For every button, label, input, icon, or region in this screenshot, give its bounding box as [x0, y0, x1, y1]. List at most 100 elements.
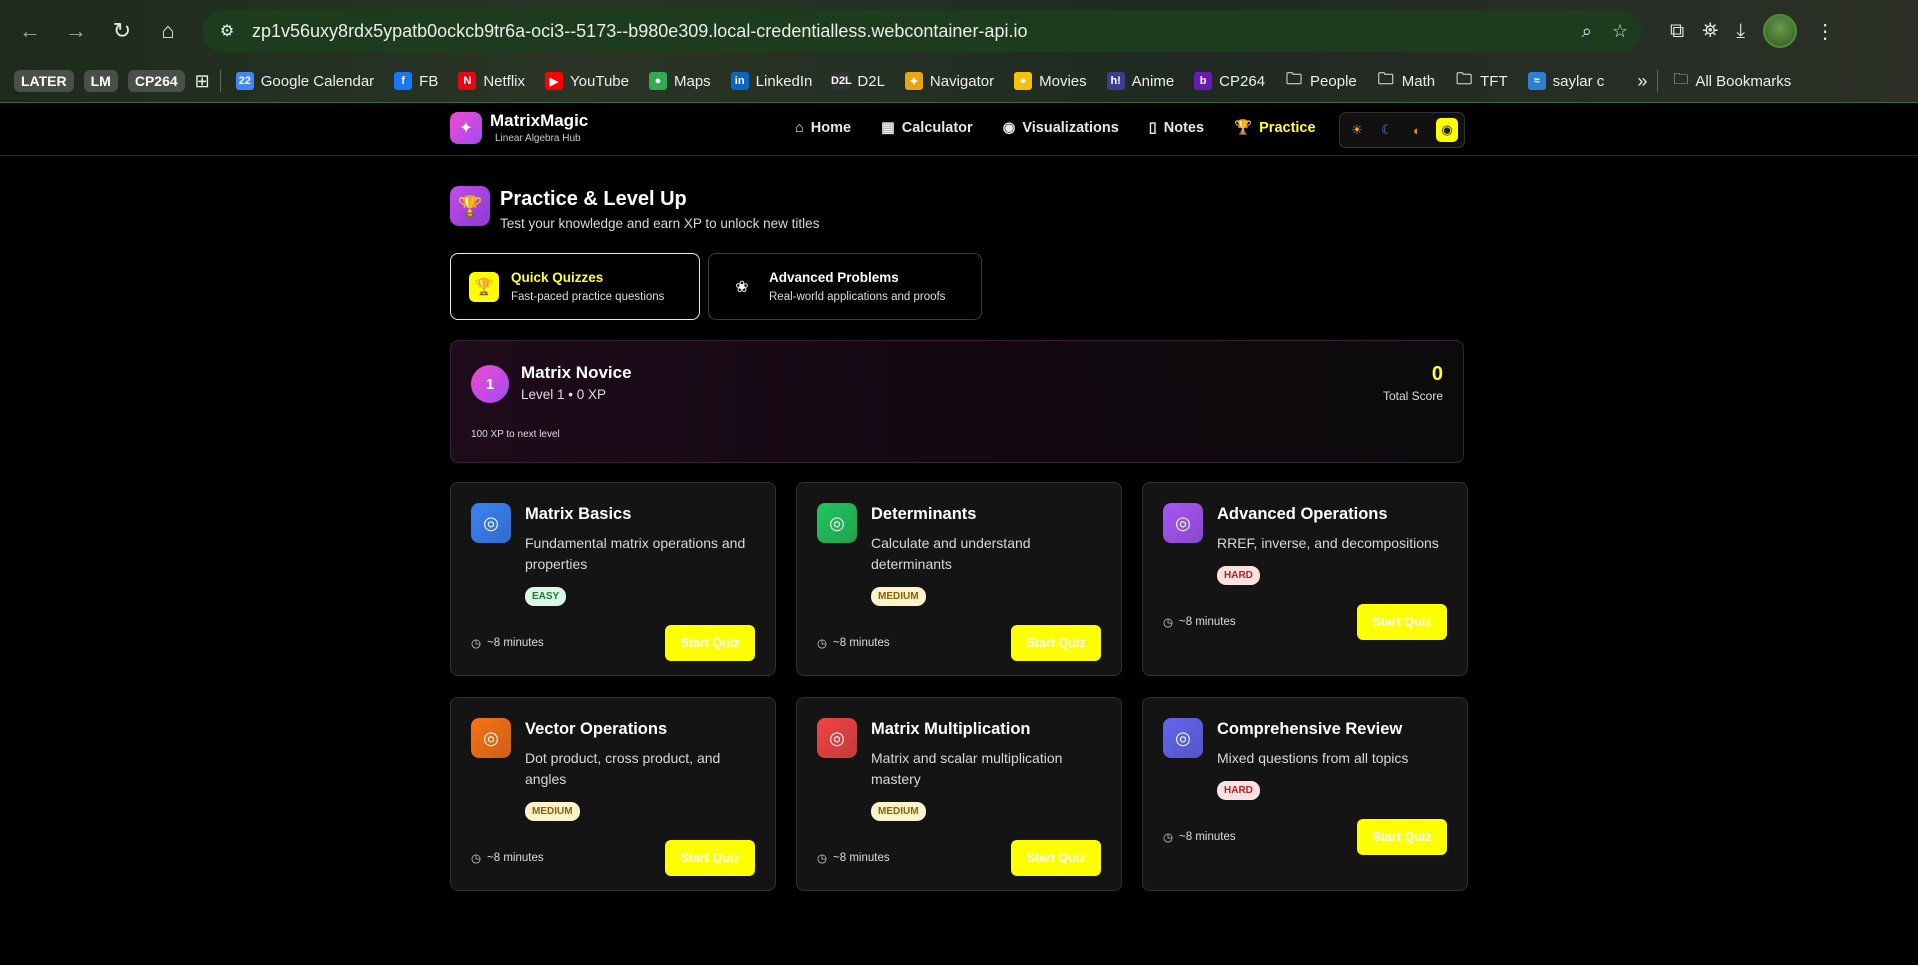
- target-icon: ◎: [471, 503, 511, 543]
- browser-chrome: ← → ↻ ⌂ ⚙ zp1v56uxy8rdx5ypatb0ockcb9tr6a…: [0, 0, 1918, 103]
- quiz-duration: ◷ ~8 minutes: [817, 851, 890, 865]
- bookmark-chip[interactable]: LATER: [14, 70, 74, 92]
- sparkle-icon: ✦: [450, 111, 482, 144]
- bookmark-favicon-icon: ●: [648, 72, 667, 90]
- clock-icon: ◷: [817, 638, 828, 650]
- score-label: Total Score: [1382, 389, 1443, 403]
- quiz-description: Matrix and scalar multiplication mastery: [871, 750, 1063, 787]
- site-info-icon[interactable]: ⚙: [216, 20, 238, 42]
- bookmark-d2l[interactable]: D2L D2L: [827, 72, 890, 90]
- bookmark-favicon-icon: ✦: [904, 72, 923, 90]
- start-quiz-button[interactable]: Start Quiz: [1357, 604, 1447, 640]
- more-bookmarks-button[interactable]: »: [1637, 71, 1647, 92]
- bookmark-chip[interactable]: CP264: [127, 70, 185, 92]
- bookmark-movies[interactable]: ● Movies: [1009, 72, 1092, 90]
- bookmark-youtube[interactable]: ▶ YouTube: [540, 72, 634, 90]
- quiz-title: Matrix Basics: [525, 505, 632, 523]
- level-badge: 1: [471, 365, 509, 403]
- nav-calculator[interactable]: ▦ Calculator: [881, 119, 973, 136]
- bookmark-cp264[interactable]: b CP264: [1189, 72, 1270, 90]
- tab-advanced-problems[interactable]: ❀ Advanced Problems Real-world applicati…: [708, 253, 982, 320]
- nav-home[interactable]: ⌂ Home: [795, 119, 851, 136]
- eye-icon[interactable]: ◉: [1436, 118, 1458, 142]
- bookmark-favicon-icon: D2L: [831, 72, 852, 90]
- practice-page: 🏆 Practice & Level Up Test your knowledg…: [450, 186, 1468, 891]
- nav-practice[interactable]: 🏆 Practice: [1234, 119, 1316, 137]
- bookmark-navigator[interactable]: ✦ Navigator: [900, 72, 999, 90]
- nav-label: Home: [810, 119, 852, 136]
- bookmark-people[interactable]: 🗀 People: [1280, 71, 1362, 90]
- start-quiz-button[interactable]: Start Quiz: [1357, 819, 1447, 855]
- apps-grid-icon[interactable]: ⊞: [195, 71, 210, 92]
- quiz-card: ◎ Advanced Operations RREF, inverse, and…: [1142, 482, 1468, 676]
- target-icon: ◎: [1163, 718, 1203, 758]
- nav-visualizations[interactable]: ◉ Visualizations: [1003, 119, 1119, 136]
- profile-avatar[interactable]: [1763, 14, 1798, 48]
- incognito-icon[interactable]: ⛯: [1702, 20, 1718, 43]
- brand[interactable]: ✦ MatrixMagic Linear Algebra Hub: [450, 111, 588, 144]
- moon-icon[interactable]: ☾: [1376, 118, 1398, 142]
- bookmark-label: CP264: [1219, 72, 1266, 90]
- bookmark-label: D2L: [857, 72, 885, 90]
- start-quiz-button[interactable]: Start Quiz: [1011, 625, 1101, 661]
- palette-icon[interactable]: ◐: [1406, 118, 1428, 142]
- menu-icon[interactable]: ⋮: [1815, 19, 1835, 44]
- app-header: ✦ MatrixMagic Linear Algebra Hub ⌂ Home ▦…: [0, 103, 1918, 156]
- quiz-card: ◎ Matrix Basics Fundamental matrix opera…: [450, 482, 776, 676]
- quiz-description: Calculate and understand determinants: [871, 535, 1031, 572]
- bookmark-tft[interactable]: 🗀 TFT: [1450, 71, 1513, 90]
- quiz-duration: ◷ ~8 minutes: [471, 636, 544, 650]
- tab-quick-quizzes[interactable]: 🏆 Quick Quizzes Fast-paced practice ques…: [450, 253, 700, 320]
- url-text[interactable]: zp1v56uxy8rdx5ypatb0ockcb9tr6a-oci3--517…: [252, 21, 1568, 42]
- bookmark-fb[interactable]: f FB: [389, 72, 443, 90]
- trophy-icon: 🏆: [1234, 120, 1253, 136]
- sun-icon[interactable]: ☀: [1346, 118, 1368, 142]
- quiz-title: Matrix Multiplication: [871, 720, 1031, 738]
- difficulty-badge: MEDIUM: [525, 802, 580, 821]
- quiz-title: Advanced Operations: [1217, 505, 1388, 523]
- tab-subtitle: Real-world applications and proofs: [769, 291, 946, 303]
- bookmark-favicon-icon: f: [394, 72, 413, 90]
- back-icon[interactable]: ←: [10, 11, 50, 51]
- quiz-description: Dot product, cross product, and angles: [525, 750, 721, 787]
- target-icon: ◎: [471, 718, 511, 758]
- quiz-title: Determinants: [871, 505, 977, 523]
- home-icon[interactable]: ⌂: [148, 11, 188, 51]
- bookmarks-bar: LATER LM CP264 ⊞ 22 Google Calendar f FB N Ne…: [0, 62, 1918, 100]
- start-quiz-button[interactable]: Start Quiz: [665, 625, 755, 661]
- extensions-icon[interactable]: ⧉: [1670, 20, 1684, 43]
- bookmark-saylar-c[interactable]: ≈ saylar c: [1523, 72, 1610, 90]
- score-value: 0: [1431, 363, 1443, 385]
- bookmark-label: People: [1310, 72, 1357, 90]
- start-quiz-button[interactable]: Start Quiz: [665, 840, 755, 876]
- start-quiz-button[interactable]: Start Quiz: [1011, 840, 1101, 876]
- quiz-card: ◎ Vector Operations Dot product, cross p…: [450, 697, 776, 891]
- bookmark-netflix[interactable]: N Netflix: [453, 72, 530, 90]
- bookmark-linkedin[interactable]: in LinkedIn: [726, 72, 818, 90]
- bookmark-math[interactable]: 🗀 Math: [1372, 71, 1440, 90]
- download-icon[interactable]: ⤓: [1736, 20, 1745, 43]
- zoom-icon[interactable]: ⌕: [1582, 21, 1592, 42]
- trophy-icon: 🏆: [469, 271, 499, 302]
- bookmark-star-icon[interactable]: ☆: [1612, 21, 1628, 42]
- bookmark-favicon-icon: ≈: [1527, 72, 1546, 90]
- brain-icon: ❀: [735, 278, 749, 296]
- bookmark-anime[interactable]: h! Anime: [1102, 72, 1180, 90]
- address-bar[interactable]: ⚙ zp1v56uxy8rdx5ypatb0ockcb9tr6a-oci3--5…: [202, 10, 1642, 52]
- all-bookmarks-button[interactable]: 🗀 All Bookmarks: [1668, 69, 1796, 94]
- forward-icon[interactable]: →: [56, 11, 96, 51]
- nav-label: Calculator: [901, 119, 973, 136]
- difficulty-badge: EASY: [525, 587, 567, 606]
- bookmark-label: saylar c: [1552, 72, 1605, 90]
- quiz-card: ◎ Matrix Multiplication Matrix and scala…: [796, 697, 1122, 891]
- nav-notes[interactable]: ▯ Notes: [1149, 119, 1204, 136]
- bookmark-maps[interactable]: ● Maps: [644, 72, 716, 90]
- reload-icon[interactable]: ↻: [102, 11, 142, 51]
- divider: [219, 70, 221, 92]
- bookmark-google-calendar[interactable]: 22 Google Calendar: [231, 72, 379, 90]
- bookmark-chip[interactable]: LM: [83, 70, 118, 92]
- quiz-title: Vector Operations: [525, 720, 668, 738]
- bookmark-favicon-icon: ●: [1014, 72, 1033, 90]
- bookmark-label: Google Calendar: [260, 72, 375, 90]
- trophy-icon: 🏆: [450, 186, 490, 226]
